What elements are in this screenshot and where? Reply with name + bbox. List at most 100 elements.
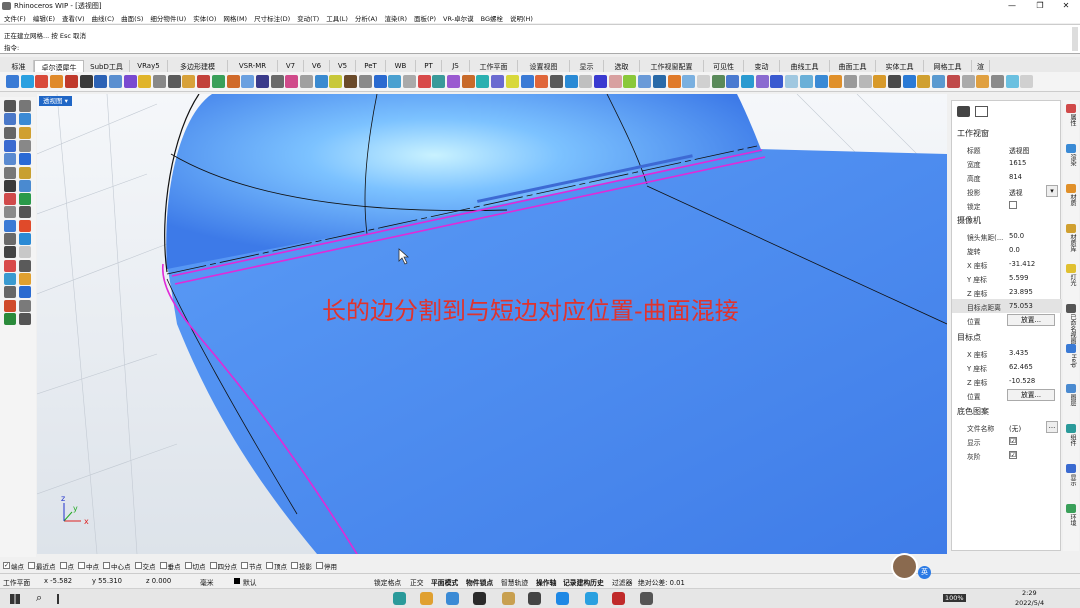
place-button[interactable]: 放置... [1007, 314, 1055, 326]
left-tool-icon[interactable] [4, 312, 16, 325]
perspective-viewport[interactable]: x y z 透视图 ▾ 长的边分割到与短边对应位置-曲面混接 [37, 94, 947, 554]
left-tool-icon[interactable] [19, 286, 31, 299]
taskbar-app-icon[interactable] [585, 592, 598, 605]
panel-tab-icon[interactable] [1066, 224, 1076, 233]
search-icon[interactable]: ⌕ [36, 591, 42, 605]
left-tool-icon[interactable] [19, 233, 31, 245]
toolbar-tool-icon[interactable] [932, 75, 946, 88]
taskbar-app-icon[interactable] [612, 592, 625, 605]
toolbar-tool-icon[interactable] [108, 75, 122, 88]
panel-tab-0[interactable]: 属性 [1065, 114, 1077, 126]
osnap-checkbox[interactable] [316, 562, 323, 569]
tab-7[interactable]: V6 [304, 60, 330, 72]
toolbar-tool-icon[interactable] [167, 75, 181, 88]
toolbar-tool-icon[interactable] [476, 75, 490, 88]
tab-18[interactable]: 可见性 [704, 60, 744, 72]
toolbar-tool-icon[interactable] [241, 75, 255, 88]
toolbar-tool-icon[interactable] [314, 75, 328, 88]
toolbar-tool-icon[interactable] [564, 75, 578, 88]
toolbar-tool-icon[interactable] [843, 75, 857, 88]
taskbar-app-icon[interactable] [473, 592, 486, 605]
panel-tab-1[interactable]: 渲染 [1065, 154, 1077, 166]
menu-item-8[interactable]: 尺寸标注(D) [254, 13, 290, 23]
toolbar-tool-icon[interactable] [329, 75, 343, 88]
toolbar-tool-icon[interactable] [741, 75, 754, 88]
left-tool-icon[interactable] [19, 272, 31, 285]
menu-item-5[interactable]: 细分物件(U) [150, 13, 186, 23]
toolbar-tool-icon[interactable] [594, 75, 607, 88]
osnap-checkbox[interactable] [134, 562, 142, 569]
osnap-checkbox[interactable] [28, 562, 35, 569]
status-ortho[interactable]: 正交 [410, 577, 424, 587]
status-filter[interactable]: 过滤器 [612, 577, 632, 587]
menu-item-0[interactable]: 文件(F) [4, 13, 26, 23]
panel-tab-3[interactable]: 材质库 [1065, 234, 1077, 252]
toolbar-tool-icon[interactable] [888, 75, 901, 88]
status-gumball[interactable]: 操作轴 [536, 577, 556, 587]
osnap-checkbox[interactable]: ✓ [3, 562, 10, 569]
menu-item-14[interactable]: VR-卓尔谟 [443, 13, 474, 23]
left-tool-icon[interactable] [19, 219, 31, 232]
toolbar-tool-icon[interactable] [520, 75, 534, 88]
toolbar-tool-icon[interactable] [1005, 75, 1019, 88]
tab-6[interactable]: V7 [278, 60, 304, 72]
panel-tab-9[interactable]: 显示 [1065, 474, 1077, 486]
toolbar-tool-icon[interactable] [417, 75, 431, 88]
command-input[interactable] [24, 41, 1054, 51]
toolbar-tool-icon[interactable] [79, 75, 93, 88]
osnap-2[interactable]: 点 [59, 561, 74, 571]
panel-tab-4[interactable]: 灯光 [1065, 274, 1077, 286]
camera-icon[interactable] [957, 106, 970, 117]
panel-tab-icon[interactable] [1066, 304, 1076, 313]
windows-start-icon[interactable] [10, 594, 20, 604]
toolbar-tool-icon[interactable] [182, 75, 196, 88]
panel-tab-icon[interactable] [1066, 384, 1076, 393]
menu-item-9[interactable]: 变动(T) [297, 13, 319, 23]
tab-23[interactable]: 网格工具 [924, 60, 972, 72]
toolbar-tool-icon[interactable] [902, 75, 916, 88]
taskbar-app-icon[interactable] [502, 592, 515, 605]
left-tool-icon[interactable] [4, 139, 16, 152]
left-tool-icon[interactable] [4, 259, 16, 272]
left-tool-icon[interactable] [4, 113, 16, 126]
toolbar-tool-icon[interactable] [300, 75, 313, 88]
tab-14[interactable]: 设置视图 [518, 60, 570, 72]
toolbar-tool-icon[interactable] [373, 75, 387, 88]
menu-item-7[interactable]: 网格(M) [223, 13, 247, 23]
menu-item-12[interactable]: 渲染(R) [384, 13, 407, 23]
prop-value[interactable]: 23.895 [1009, 288, 1033, 296]
left-tool-icon[interactable] [19, 166, 31, 179]
taskbar-app-icon[interactable] [556, 592, 569, 605]
toolbar-tool-icon[interactable] [858, 75, 872, 88]
menu-item-15[interactable]: BG螺栓 [481, 13, 503, 23]
close-button[interactable]: ✕ [1054, 0, 1078, 12]
left-tool-icon[interactable] [19, 312, 31, 325]
osnap-checkbox[interactable] [78, 562, 85, 569]
toolbar-tool-icon[interactable] [814, 75, 828, 88]
left-tool-icon[interactable] [4, 272, 16, 285]
toolbar-tool-icon[interactable] [35, 75, 49, 88]
minimize-button[interactable]: — [1000, 0, 1024, 12]
tab-24[interactable]: 渲 [972, 60, 990, 72]
chevron-down-icon[interactable]: ▾ [1046, 185, 1058, 197]
toolbar-tool-icon[interactable] [138, 75, 152, 88]
prop-value[interactable]: -10.528 [1009, 377, 1035, 385]
menu-item-2[interactable]: 查看(V) [62, 13, 85, 23]
osnap-checkbox[interactable] [241, 562, 248, 569]
toolbar-tool-icon[interactable] [638, 75, 652, 88]
tab-17[interactable]: 工作视窗配置 [640, 60, 704, 72]
toolbar-tool-icon[interactable] [946, 75, 960, 88]
prop-value[interactable]: 62.465 [1009, 363, 1033, 371]
left-tool-icon[interactable] [4, 126, 16, 139]
task-view-icon[interactable] [57, 594, 59, 604]
osnap-checkbox[interactable] [291, 562, 298, 569]
command-scrollbar[interactable] [1072, 27, 1078, 51]
toolbar-tool-icon[interactable] [153, 75, 166, 88]
status-history[interactable]: 记录建构历史 [563, 577, 604, 587]
osnap-9[interactable]: 节点 [241, 561, 262, 571]
panel-tab-icon[interactable] [1066, 424, 1076, 433]
prop-checkbox[interactable] [1009, 201, 1017, 209]
toolbar-tool-icon[interactable] [990, 75, 1004, 88]
panel-tab-icon[interactable] [1066, 264, 1076, 273]
left-tool-icon[interactable] [19, 193, 31, 206]
